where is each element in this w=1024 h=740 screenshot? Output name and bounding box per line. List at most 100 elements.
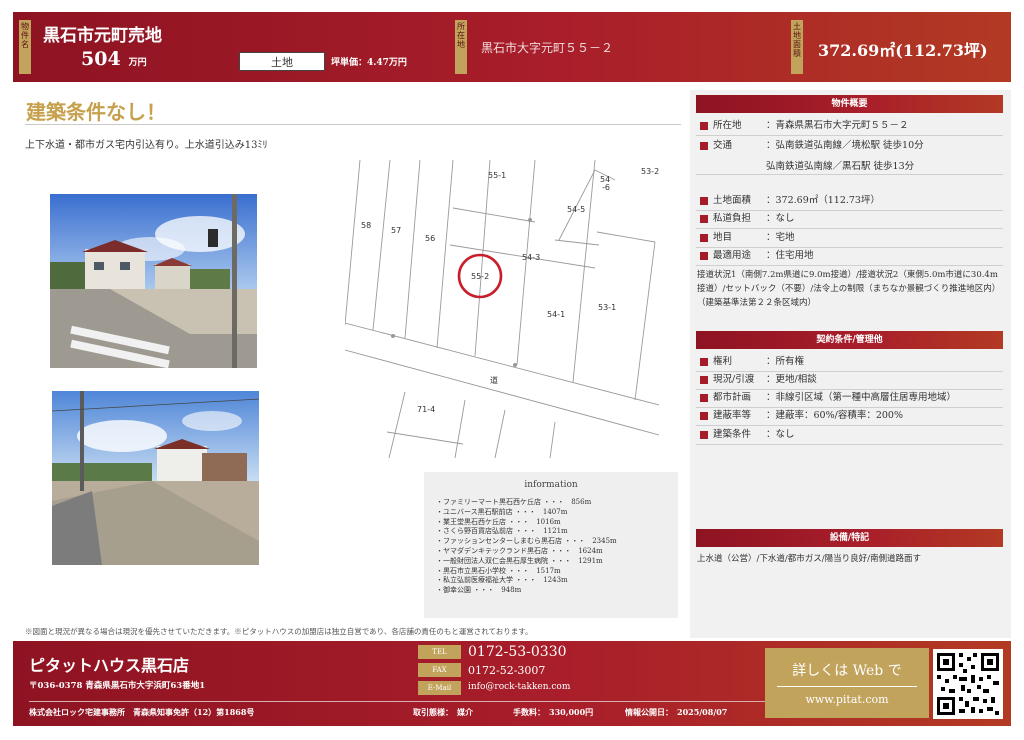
web-divider xyxy=(777,686,917,687)
information-box: information ・ファミリーマート黒石西ケ丘店 ・・・ 856m ・ユニ… xyxy=(424,472,678,618)
bullet-icon xyxy=(700,394,708,402)
property-title: 黒石市元町売地 xyxy=(43,26,162,46)
row-label: 権利 xyxy=(713,356,733,367)
photo-site-1 xyxy=(50,194,257,368)
footer-divider xyxy=(29,701,769,702)
lot-54-6-suffix: -6 xyxy=(602,183,610,192)
tel-tag: TEL xyxy=(418,645,461,659)
row-value: ：非線引区域（第一種中高層住居専用地域） xyxy=(766,392,957,403)
row-label: 地目 xyxy=(713,232,733,243)
price-value: 504 xyxy=(81,48,121,70)
row-label: 最適用途 xyxy=(713,250,752,261)
list-item: ・ファッションセンターしまむら黒石店 ・・・ 2345m xyxy=(436,537,617,546)
header-area: 372.69㎡(112.73坪) xyxy=(818,41,988,60)
photo-site-2 xyxy=(52,391,259,565)
description: 上下水道・都市ガス宅内引込有り。上水道引込み13ﾐﾘ xyxy=(25,140,268,151)
web-banner[interactable]: 詳しくは Web で www.pitat.com xyxy=(765,648,929,718)
row-label: 交通 xyxy=(713,140,733,151)
facilities-text: 上水道（公営）/下水道/都市ガス/陽当り良好/南側道路面す xyxy=(697,554,921,564)
footnote: ※図面と現況が異なる場合は現況を優先させていただきます。※ピタットハウスの加盟店… xyxy=(25,627,533,636)
lot-57: 57 xyxy=(391,226,401,235)
email-link[interactable]: info@rock-takken.com xyxy=(468,682,570,692)
overview-heading: 物件概要 xyxy=(696,95,1003,113)
company-name: ピタットハウス黒石店 xyxy=(29,656,190,675)
row-label: 現況/引渡 xyxy=(713,374,755,385)
bullet-icon xyxy=(700,234,708,242)
price-unit: 万円 xyxy=(128,58,147,68)
tag-area: 土地面積 xyxy=(791,20,803,74)
lot-71-4: 71-4 xyxy=(417,405,435,414)
lot-54-1: 54-1 xyxy=(547,310,565,319)
company-address: 〒036-0378 青森県黒石市大字浜町63番地1 xyxy=(29,681,206,691)
fee: 手数料： 330,000円 xyxy=(513,707,594,717)
bullet-icon xyxy=(700,122,708,130)
web-url[interactable]: www.pitat.com xyxy=(765,693,929,706)
information-list: ・ファミリーマート黒石西ケ丘店 ・・・ 856m ・ユニバース黒石駅前店 ・・・… xyxy=(436,498,617,596)
overview-row: 所在地 ：青森県黒石市大字元町５５－２ xyxy=(696,117,1003,136)
bullet-icon xyxy=(700,431,708,439)
lot-58: 58 xyxy=(361,221,371,230)
lot-53-2: 53-2 xyxy=(641,167,659,176)
bullet-icon xyxy=(700,412,708,420)
row-value: ：住宅用地 xyxy=(766,250,814,261)
site-map: 55-1 54 -6 53-2 54-5 58 57 56 54-3 55-2 … xyxy=(345,160,659,458)
property-type-badge: 土地 xyxy=(239,52,325,71)
row-label: 私道負担 xyxy=(713,213,752,224)
road-label: 道 xyxy=(490,375,498,385)
divider xyxy=(25,124,681,125)
row-label: 土地面積 xyxy=(713,195,752,206)
row-label: 建蔽率等 xyxy=(713,410,752,421)
contract-row: 権利 ：所有権 xyxy=(696,353,1003,372)
lot-53-1: 53-1 xyxy=(598,303,616,312)
list-item: ・ユニバース黒石駅前店 ・・・ 1407m xyxy=(436,507,568,516)
contract-row: 都市計画 ：非線引区域（第一種中高層住居専用地域） xyxy=(696,389,1003,408)
fax-tag: FAX xyxy=(418,663,461,677)
fax-number: 0172-52-3007 xyxy=(468,664,546,677)
row-value: ：弘南鉄道弘南線／境松駅 徒歩10分 xyxy=(766,140,924,151)
row-value: ：更地/相談 xyxy=(766,374,817,385)
list-item: ・さくら野百貨店弘前店 ・・・ 1121m xyxy=(436,527,568,536)
publish-date: 情報公開日： 2025/08/07 xyxy=(625,707,728,717)
qr-code-icon[interactable] xyxy=(933,649,1003,719)
facilities-heading: 設備/特記 xyxy=(696,529,1003,547)
road-access-note: 接道状況1（南側7.2m県道に9.0m接道）/接道状況2（東側5.0m市道に30… xyxy=(697,270,1001,308)
list-item: ・業王堂黒石西ケ丘店 ・・・ 1016m xyxy=(436,517,561,526)
license: 株式会社ロック宅建事務所 青森県知事免許（12）第1868号 xyxy=(29,707,255,717)
lot-54-3: 54-3 xyxy=(522,253,540,262)
footer-bar: ピタットハウス黒石店 〒036-0378 青森県黒石市大字浜町63番地1 株式会… xyxy=(13,641,1011,726)
tel-link[interactable]: 0172-53-0330 xyxy=(468,644,567,660)
bullet-icon xyxy=(700,376,708,384)
lot-55-1: 55-1 xyxy=(488,171,506,180)
row-value: ：建蔽率：60%/容積率：200% xyxy=(766,410,903,421)
row-value: ：なし xyxy=(766,213,795,224)
price: 504 万円 xyxy=(81,48,147,70)
contract-row: 建築条件 ：なし xyxy=(696,426,1003,445)
access-value-2: 弘南鉄道弘南線／黒石駅 徒歩13分 xyxy=(766,161,915,172)
lot-55-2: 55-2 xyxy=(471,272,489,281)
row-label: 建築条件 xyxy=(713,429,752,440)
tag-property-name: 物件名 xyxy=(19,20,31,74)
overview-row: 土地面積 ：372.69㎡（112.73坪） xyxy=(696,192,1003,211)
header-bar: 物件名 黒石市元町売地 504 万円 土地 坪単価：4.47万円 所在地 黒石市大… xyxy=(13,12,1011,82)
row-value: ：なし xyxy=(766,429,795,440)
lot-54-5: 54-5 xyxy=(567,205,585,214)
information-title: information xyxy=(524,480,578,490)
row-value: ：宅地 xyxy=(766,232,795,243)
bullet-icon xyxy=(700,358,708,366)
tsubo-price: 坪単価：4.47万円 xyxy=(331,58,407,68)
web-text: 詳しくは Web で xyxy=(792,663,902,679)
contract-row: 建蔽率等 ：建蔽率：60%/容積率：200% xyxy=(696,407,1003,426)
overview-row: 私道負担 ：なし xyxy=(696,210,1003,229)
list-item: ・一般財団法人双仁会黒石厚生病院 ・・・ 1291m xyxy=(436,556,603,565)
contract-row: 現況/引渡 ：更地/相談 xyxy=(696,371,1003,390)
bullet-icon xyxy=(700,197,708,205)
overview-row: 地目 ：宅地 xyxy=(696,229,1003,248)
list-item: ・ファミリーマート黒石西ケ丘店 ・・・ 856m xyxy=(436,498,592,506)
contract-heading: 契約条件/管理他 xyxy=(696,331,1003,349)
row-value: ：372.69㎡（112.73坪） xyxy=(766,195,880,206)
email-tag: E-Mail xyxy=(418,681,461,695)
lot-56: 56 xyxy=(425,234,435,243)
row-label: 所在地 xyxy=(713,120,742,131)
bullet-icon xyxy=(700,252,708,260)
header-address: 黒石市大字元町５５－２ xyxy=(481,41,614,55)
